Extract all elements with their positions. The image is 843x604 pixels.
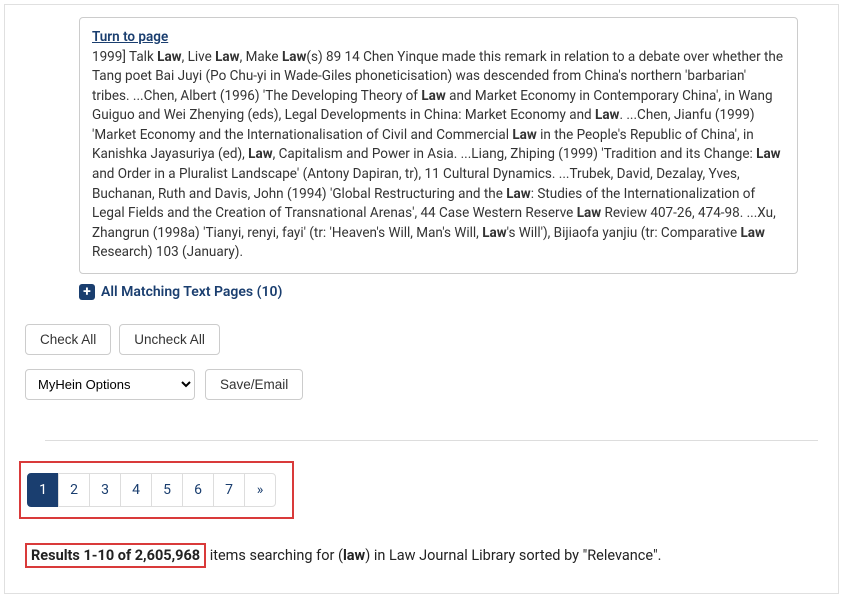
pagination-highlight-box: 1 2 3 4 5 6 7 » <box>19 461 294 519</box>
page-3[interactable]: 3 <box>89 473 121 507</box>
results-count-box: Results 1-10 of 2,605,968 <box>25 543 206 568</box>
page-1[interactable]: 1 <box>27 473 59 507</box>
divider <box>45 440 818 441</box>
page-5[interactable]: 5 <box>151 473 183 507</box>
uncheck-all-button[interactable]: Uncheck All <box>119 324 220 355</box>
pagination: 1 2 3 4 5 6 7 » <box>27 473 276 507</box>
check-all-button[interactable]: Check All <box>25 324 111 355</box>
page-6[interactable]: 6 <box>182 473 214 507</box>
matching-label: All Matching Text Pages (10) <box>101 284 282 300</box>
snippet-text: 1999] Talk Law, Live Law, Make Law(s) 89… <box>92 49 783 261</box>
page-7[interactable]: 7 <box>213 473 245 507</box>
myhein-options-select[interactable]: MyHein Options <box>25 369 195 400</box>
turn-to-page-link[interactable]: Turn to page <box>92 29 168 45</box>
page-next[interactable]: » <box>244 473 276 507</box>
save-email-button[interactable]: Save/Email <box>205 369 303 400</box>
plus-icon: + <box>79 284 95 300</box>
all-matching-pages-link[interactable]: + All Matching Text Pages (10) <box>79 284 818 300</box>
page-2[interactable]: 2 <box>58 473 90 507</box>
page-4[interactable]: 4 <box>120 473 152 507</box>
snippet-box: Turn to page 1999] Talk Law, Live Law, M… <box>79 17 798 274</box>
results-summary: Results 1-10 of 2,605,968 items searchin… <box>25 543 818 568</box>
